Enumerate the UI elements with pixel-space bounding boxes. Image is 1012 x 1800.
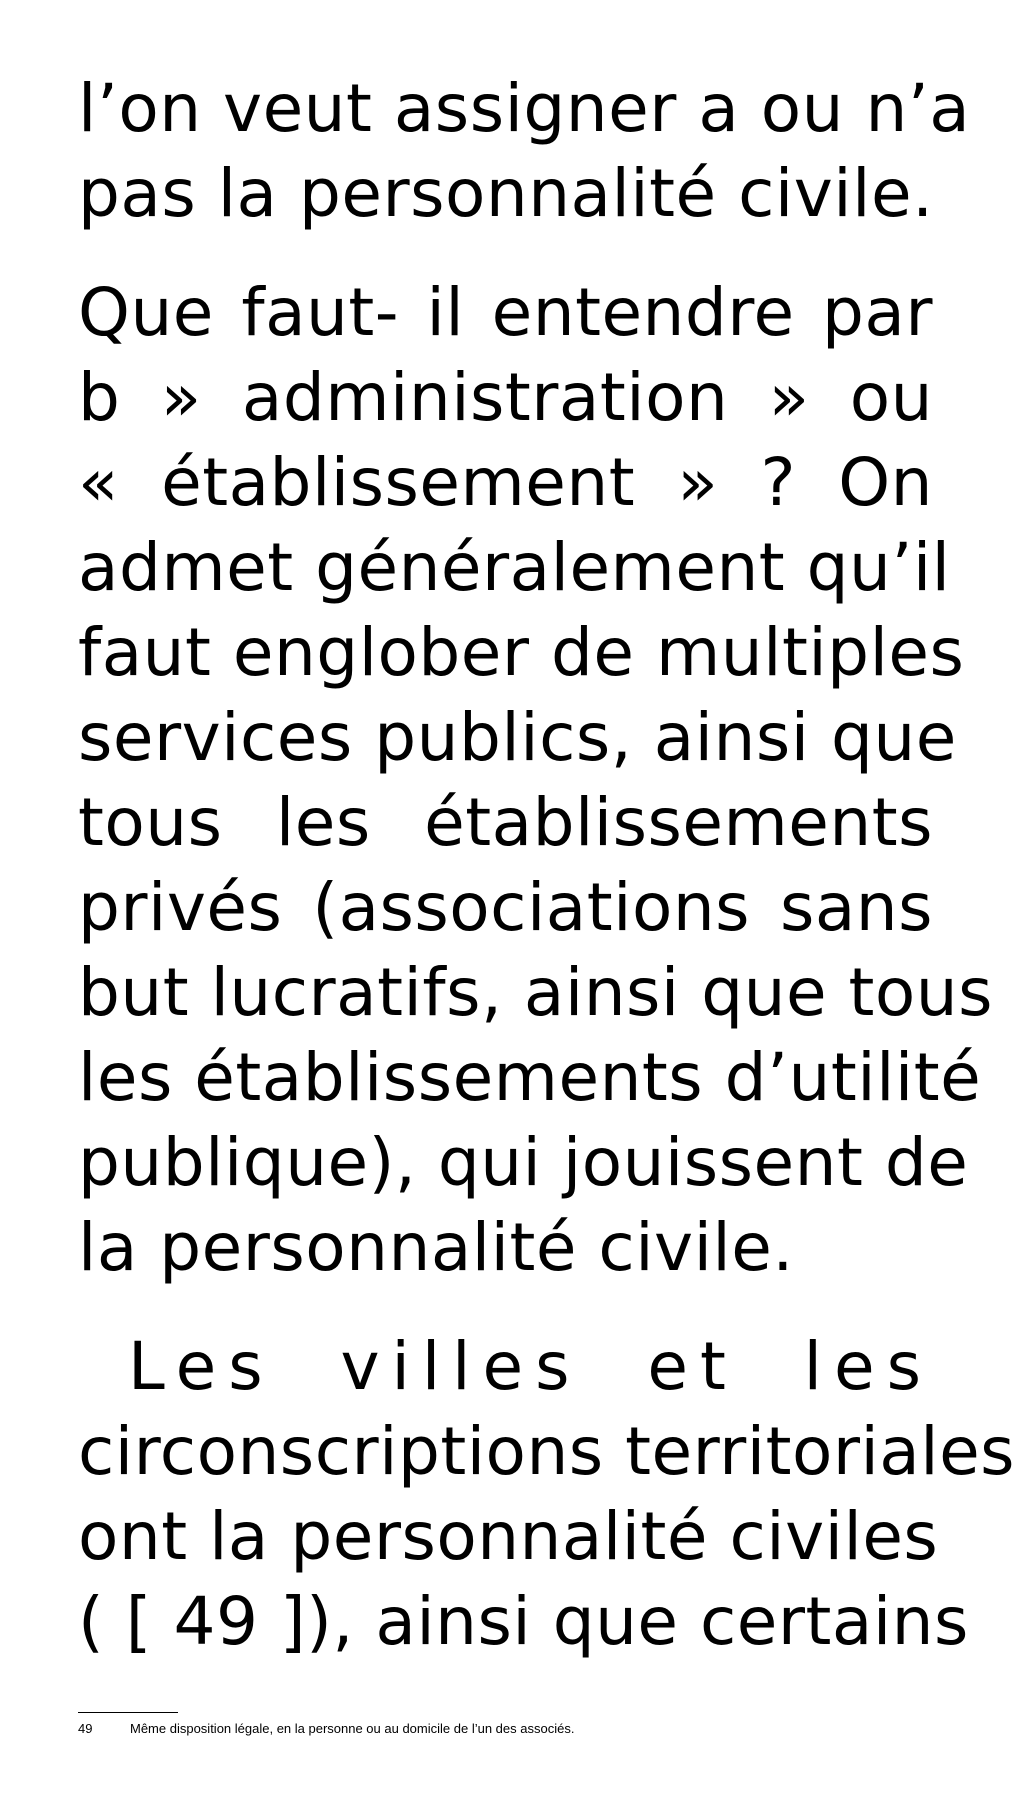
text-line: les établissements d’utilité — [78, 1039, 982, 1116]
paragraph: Les villes et les circonscriptions terri… — [78, 1324, 1012, 1664]
text-line: but lucratifs, ainsi que tous — [78, 954, 994, 1031]
text-line: privés (associations sans — [78, 869, 933, 946]
footnote-separator — [78, 1712, 178, 1713]
text-line: circonscriptions territoriales — [78, 1413, 1012, 1490]
text-line: publique), qui jouissent de — [78, 1124, 969, 1201]
body-text: l’on veut assigner a ou n’a pas la perso… — [78, 66, 1012, 1664]
text-line: ont la personnalité civiles — [78, 1498, 939, 1575]
footnotes: 49 Même disposition légale, en la personn… — [78, 1712, 933, 1737]
footnote-number: 49 — [78, 1721, 93, 1736]
text-line: Les villes et les — [128, 1328, 933, 1405]
text-line: pas la personnalité civile. — [78, 155, 934, 232]
footnote-text: Même disposition légale, en la personne … — [130, 1721, 575, 1736]
text-line: l’on veut assigner a ou n’a — [78, 70, 971, 147]
paragraph: l’on veut assigner a ou n’a pas la perso… — [78, 66, 971, 236]
text-line: « établissement » ? On — [78, 444, 933, 521]
text-line: admet généralement qu’il — [78, 529, 951, 606]
text-line: faut englober de multiples — [78, 614, 965, 691]
text-line: services publics, ainsi que — [78, 699, 957, 776]
text-line: b » administration » ou — [78, 359, 933, 436]
document-page: { "paragraphs": [ { "lines": [ "l’on veu… — [0, 0, 1012, 1800]
text-line: ( [ 49 ]), ainsi que certains — [78, 1583, 969, 1660]
paragraph: Que faut- il entendre par b » administra… — [78, 270, 994, 1290]
footnote: 49 Même disposition légale, en la personn… — [78, 1721, 933, 1737]
text-line: tous les établissements — [78, 784, 933, 861]
text-line: la personnalité civile. — [78, 1209, 794, 1286]
text-line: Que faut- il entendre par — [78, 274, 933, 351]
